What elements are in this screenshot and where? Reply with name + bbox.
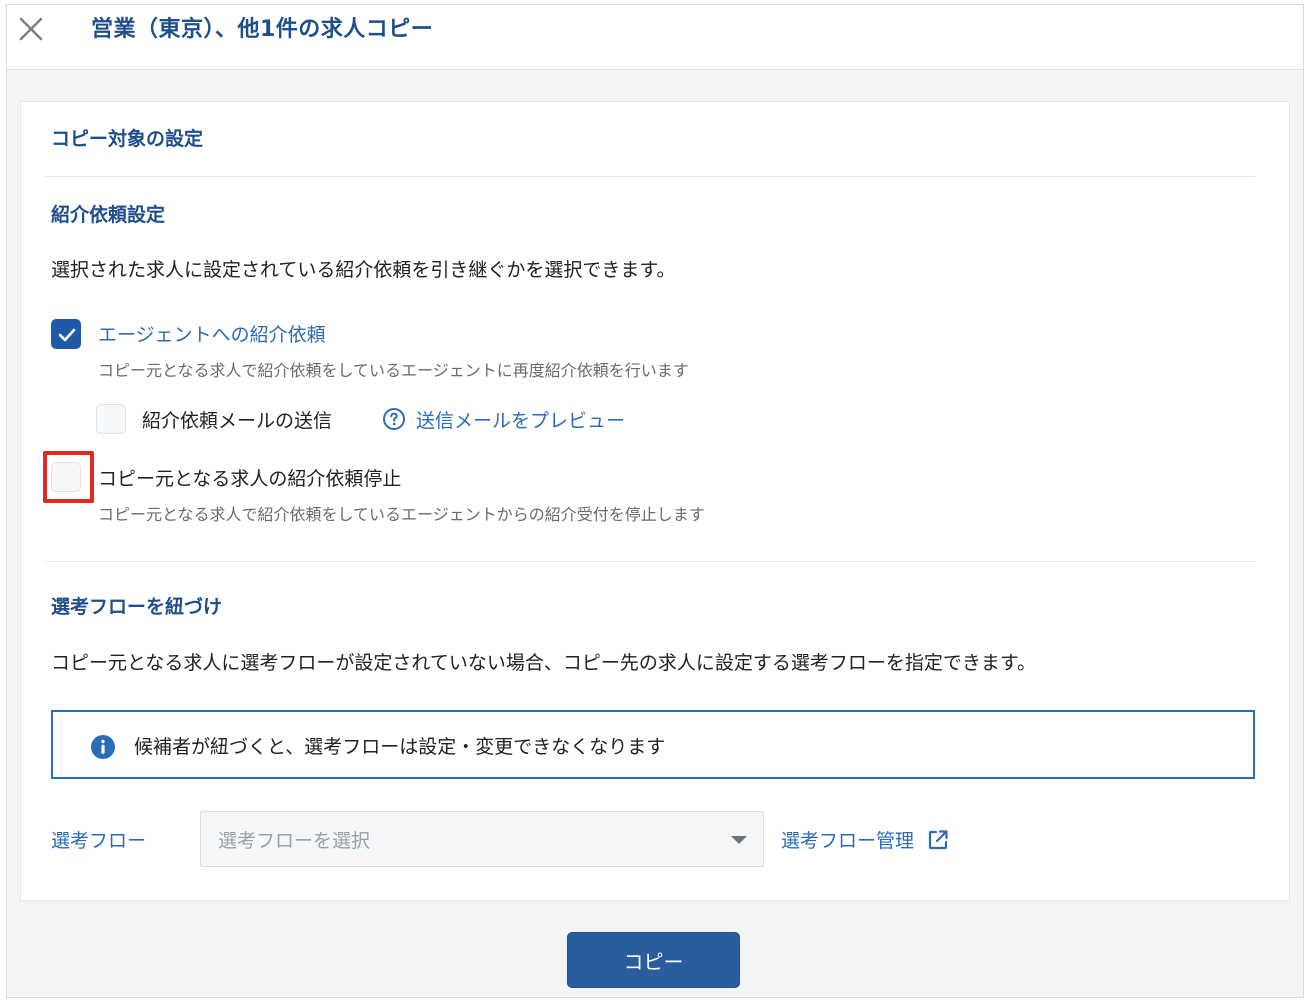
send-mail-label[interactable]: 紹介依頼メールの送信 <box>142 406 332 433</box>
flow-section-title: 選考フローを紐づけ <box>51 596 223 618</box>
flow-description: コピー元となる求人に選考フローが設定されていない場合、コピー先の求人に設定する選… <box>51 652 1036 674</box>
info-text: 候補者が紐づくと、選考フローは設定・変更できなくなります <box>134 736 666 758</box>
copy-button[interactable]: コピー <box>567 932 740 988</box>
agent-request-checkbox[interactable] <box>51 319 81 349</box>
close-icon[interactable] <box>17 15 45 43</box>
info-icon <box>91 735 115 759</box>
stop-request-description: コピー元となる求人で紹介依頼をしているエージェントからの紹介受付を停止します <box>98 505 705 524</box>
flow-select[interactable]: 選考フローを選択 <box>200 811 764 867</box>
divider <box>45 176 1255 177</box>
preview-mail-link[interactable]: 送信メールをプレビュー <box>382 404 625 434</box>
check-icon <box>58 328 76 342</box>
flow-manage-label[interactable]: 選考フロー管理 <box>781 826 914 853</box>
referral-description: 選択された求人に設定されている紹介依頼を引き継ぐかを選択できます。 <box>51 259 676 281</box>
flow-field-label: 選考フロー <box>51 830 147 852</box>
card-title: コピー対象の設定 <box>51 128 204 150</box>
modal-title: 営業（東京）、他1件の求人コピー <box>91 17 434 42</box>
stop-request-label[interactable]: コピー元となる求人の紹介依頼停止 <box>98 464 401 491</box>
help-circle-icon <box>383 408 405 430</box>
chevron-down-icon <box>731 836 747 844</box>
modal-header: 営業（東京）、他1件の求人コピー <box>7 5 1303 70</box>
agent-request-label[interactable]: エージェントへの紹介依頼 <box>98 320 326 347</box>
divider <box>45 561 1255 562</box>
referral-section-title: 紹介依頼設定 <box>51 204 166 226</box>
preview-mail-label[interactable]: 送信メールをプレビュー <box>416 406 625 433</box>
agent-request-description: コピー元となる求人で紹介依頼をしているエージェントに再度紹介依頼を行います <box>98 361 689 380</box>
send-mail-checkbox[interactable] <box>96 404 126 434</box>
external-link-icon <box>928 829 948 849</box>
flow-select-placeholder: 選考フローを選択 <box>218 830 371 852</box>
stop-request-checkbox[interactable] <box>51 462 81 492</box>
flow-manage-link[interactable]: 選考フロー管理 <box>781 826 950 853</box>
info-box: 候補者が紐づくと、選考フローは設定・変更できなくなります <box>51 710 1255 779</box>
